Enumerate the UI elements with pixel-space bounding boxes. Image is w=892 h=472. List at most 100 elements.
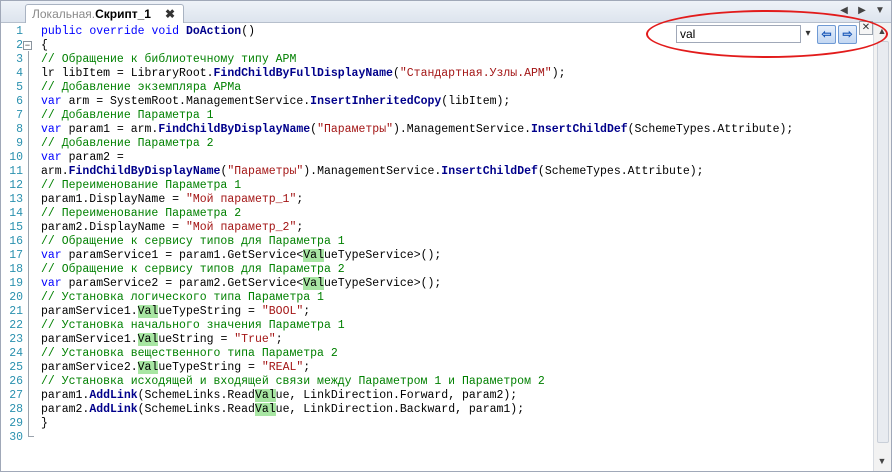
line-number: 28 <box>9 403 23 416</box>
code-line[interactable]: 29} <box>1 417 861 431</box>
tab-scroll-right-icon[interactable]: ▶ <box>855 4 869 18</box>
code-line[interactable]: 5 // Добавление экземпляра АРМа <box>1 81 861 95</box>
scroll-up-icon[interactable]: ▲ <box>876 25 888 37</box>
vertical-scrollbar[interactable]: ▲ ▼ <box>873 23 891 471</box>
line-number: 15 <box>9 221 23 234</box>
line-number: 7 <box>16 109 23 122</box>
code-text: param2.DisplayName = "Мой параметр_2"; <box>41 221 304 234</box>
tab-label: Скрипт_1 <box>95 7 151 21</box>
code-line[interactable]: 26 // Установка исходящей и входящей связ… <box>1 375 861 389</box>
code-text: var paramService2 = param2.GetService<Va… <box>41 277 442 290</box>
code-line[interactable]: 8 var param1 = arm.FindChildByDisplayName… <box>1 123 861 137</box>
code-text: // Обращение к сервису типов для Парамет… <box>41 235 345 248</box>
line-number: 8 <box>16 123 23 136</box>
code-line[interactable]: 28 param2.AddLink(SchemeLinks.ReadValue, … <box>1 403 861 417</box>
code-line[interactable]: 21 paramService1.ValueTypeString = "BOOL"… <box>1 305 861 319</box>
code-text: // Установка вещественного типа Параметр… <box>41 347 338 360</box>
line-number: 14 <box>9 207 23 220</box>
code-text: // Установка исходящей и входящей связи … <box>41 375 545 388</box>
code-line[interactable]: 22 // Установка начального значения Парам… <box>1 319 861 333</box>
code-line[interactable]: 13 param1.DisplayName = "Мой параметр_1"; <box>1 193 861 207</box>
code-line[interactable]: 24 // Установка вещественного типа Параме… <box>1 347 861 361</box>
tab-scroll-left-icon[interactable]: ◀ <box>837 4 851 18</box>
code-text: paramService1.ValueTypeString = "BOOL"; <box>41 305 311 318</box>
find-previous-button[interactable]: ⇦ <box>817 24 836 44</box>
code-editor[interactable]: − 1 public override void DoAction() 2{3// … <box>1 23 874 471</box>
code-line[interactable]: 6 var arm = SystemRoot.ManagementService.… <box>1 95 861 109</box>
code-text: param1.AddLink(SchemeLinks.ReadValue, Li… <box>41 389 518 402</box>
code-text: // Добавление Параметра 2 <box>41 137 214 150</box>
line-number: 3 <box>16 53 23 66</box>
find-next-button[interactable]: ⇨ <box>838 24 857 44</box>
code-text: var arm = SystemRoot.ManagementService.I… <box>41 95 511 108</box>
line-number: 30 <box>9 431 23 444</box>
code-text: { <box>41 39 48 52</box>
code-line[interactable]: 7 // Добавление Параметра 1 <box>1 109 861 123</box>
code-line[interactable]: 25 paramService2.ValueTypeString = "REAL"… <box>1 361 861 375</box>
code-text: paramService2.ValueTypeString = "REAL"; <box>41 361 311 374</box>
line-number: 10 <box>9 151 23 164</box>
line-number: 6 <box>16 95 23 108</box>
code-line[interactable]: 23 paramService1.ValueString = "True"; <box>1 333 861 347</box>
code-text: var param2 = <box>41 151 124 164</box>
line-number: 17 <box>9 249 23 262</box>
line-number: 9 <box>16 137 23 150</box>
line-number: 4 <box>16 67 23 80</box>
code-text: // Обращение к сервису типов для Парамет… <box>41 263 345 276</box>
code-text: // Добавление экземпляра АРМа <box>41 81 242 94</box>
code-line[interactable]: 20 // Установка логического типа Параметр… <box>1 291 861 305</box>
tab-scroll-buttons: ◀ ▶ ▼ <box>837 4 887 18</box>
code-text: // Переименование Параметра 2 <box>41 207 242 220</box>
line-number: 26 <box>9 375 23 388</box>
tab-prefix: Локальная. <box>32 7 96 21</box>
editor-window: Локальная. Скрипт_1 ✖ ◀ ▶ ▼ − 1 public ove… <box>0 0 892 472</box>
code-line[interactable]: 27 param1.AddLink(SchemeLinks.ReadValue, … <box>1 389 861 403</box>
code-line[interactable]: 10 var param2 = <box>1 151 861 165</box>
scroll-thumb[interactable] <box>877 41 889 443</box>
line-number: 22 <box>9 319 23 332</box>
line-number: 27 <box>9 389 23 402</box>
scroll-down-icon[interactable]: ▼ <box>876 455 888 467</box>
line-number: 21 <box>9 305 23 318</box>
code-text: // Обращение к библиотечному типу АРМ <box>41 53 297 66</box>
code-line[interactable]: 30 <box>1 431 861 445</box>
tab-bar: Локальная. Скрипт_1 ✖ ◀ ▶ ▼ <box>1 1 891 23</box>
code-line[interactable]: 16 // Обращение к сервису типов для Парам… <box>1 235 861 249</box>
search-input[interactable] <box>676 25 801 43</box>
chevron-down-icon[interactable]: ▾ <box>801 25 815 43</box>
line-number: 23 <box>9 333 23 346</box>
code-text: param2.AddLink(SchemeLinks.ReadValue, Li… <box>41 403 525 416</box>
code-line[interactable]: 14 // Переименование Параметра 2 <box>1 207 861 221</box>
tab-list-icon[interactable]: ▼ <box>873 4 887 18</box>
code-text: public override void DoAction() <box>41 25 255 38</box>
line-number: 20 <box>9 291 23 304</box>
code-line[interactable]: 18 // Обращение к сервису типов для Парам… <box>1 263 861 277</box>
close-search-icon[interactable]: ✕ <box>859 21 873 35</box>
code-text: param1.DisplayName = "Мой параметр_1"; <box>41 193 304 206</box>
code-line[interactable]: 15 param2.DisplayName = "Мой параметр_2"; <box>1 221 861 235</box>
code-text: lr libItem = LibraryRoot.FindChildByFull… <box>41 67 566 80</box>
line-number: 5 <box>16 81 23 94</box>
code-line[interactable]: 9 // Добавление Параметра 2 <box>1 137 861 151</box>
line-number: 24 <box>9 347 23 360</box>
code-line[interactable]: 12 // Переименование Параметра 1 <box>1 179 861 193</box>
code-line[interactable]: 17 var paramService1 = param1.GetService<… <box>1 249 861 263</box>
line-number: 19 <box>9 277 23 290</box>
code-text: paramService1.ValueString = "True"; <box>41 333 283 346</box>
code-text: } <box>41 417 48 430</box>
code-text: // Установка начального значения Парамет… <box>41 319 345 332</box>
code-line[interactable]: 11 arm.FindChildByDisplayName("Параметры"… <box>1 165 861 179</box>
code-line[interactable]: 4 lr libItem = LibraryRoot.FindChildByFul… <box>1 67 861 81</box>
line-number: 11 <box>9 165 23 178</box>
code-text: // Добавление Параметра 1 <box>41 109 214 122</box>
code-text: arm.FindChildByDisplayName("Параметры").… <box>41 165 704 178</box>
line-number: 25 <box>9 361 23 374</box>
tab-close-icon[interactable]: ✖ <box>165 5 175 23</box>
code-line[interactable]: 3 // Обращение к библиотечному типу АРМ <box>1 53 861 67</box>
line-number: 13 <box>9 193 23 206</box>
tab-script[interactable]: Локальная. Скрипт_1 ✖ <box>25 4 185 23</box>
line-number: 18 <box>9 263 23 276</box>
code-line[interactable]: 19 var paramService2 = param2.GetService<… <box>1 277 861 291</box>
line-number: 12 <box>9 179 23 192</box>
code-text: var param1 = arm.FindChildByDisplayName(… <box>41 123 794 136</box>
